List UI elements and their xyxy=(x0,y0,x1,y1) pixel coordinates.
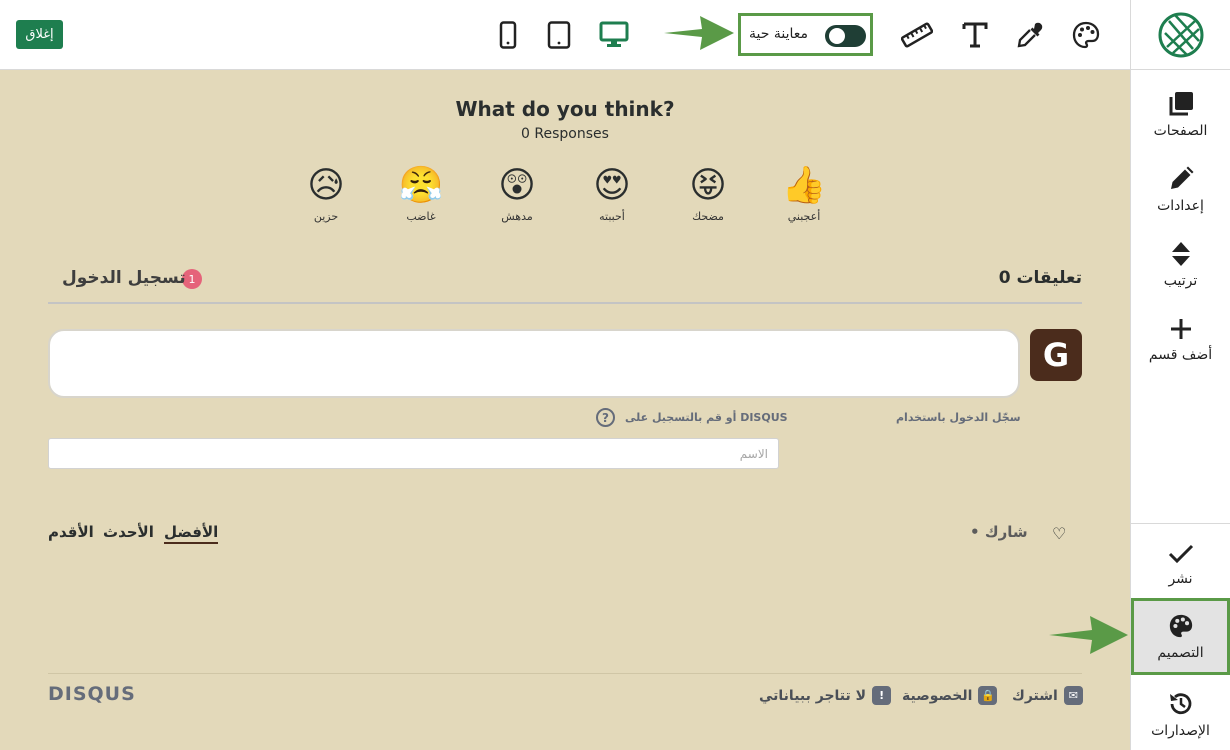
exclamation-icon: ! xyxy=(872,686,892,705)
sidebar-item-sort[interactable]: ترتيب xyxy=(1131,230,1230,300)
login-with-label: سجّل الدخول باستخدام xyxy=(896,411,1021,424)
sidebar-item-versions[interactable]: الإصدارات xyxy=(1131,680,1230,750)
disqus-logo[interactable]: DISQUS xyxy=(48,683,136,705)
avatar: G xyxy=(1030,329,1082,381)
reaction-sad[interactable]: 😥 حزين xyxy=(296,164,356,223)
sidebar-item-label: الإصدارات xyxy=(1151,723,1210,739)
do-not-sell-link[interactable]: لا تتاجر ببياناتي ! xyxy=(759,686,892,705)
sidebar-item-label: ترتيب xyxy=(1163,273,1198,289)
tablet-icon[interactable] xyxy=(542,18,576,52)
ruler-icon[interactable] xyxy=(900,18,934,52)
surprised-face-icon: 😲 xyxy=(498,165,536,206)
widget-title: What do you think? xyxy=(455,97,675,121)
reaction-label: مضحك xyxy=(692,210,724,223)
sidebar-item-pages[interactable]: الصفحات xyxy=(1131,80,1230,150)
history-icon xyxy=(1169,693,1191,715)
reaction-like[interactable]: 👍 أعجبني xyxy=(774,164,834,223)
plus-icon xyxy=(1170,319,1191,339)
privacy-link[interactable]: الخصوصية 🔒 xyxy=(902,686,998,705)
sidebar-item-label: أضف قسم xyxy=(1148,347,1213,363)
reaction-label: غاضب xyxy=(406,210,436,223)
reactions-row: 👍 أعجبني 😝 مضحك 😍 أحببته 😲 مدهش 😤 غاضب 😥… xyxy=(300,164,830,234)
responses-count: 0 Responses xyxy=(521,126,609,142)
reaction-label: أحببته xyxy=(599,210,625,223)
app-logo[interactable] xyxy=(1131,0,1230,70)
subscribe-label: اشترك xyxy=(1012,687,1058,704)
eyedropper-icon[interactable] xyxy=(1013,18,1047,52)
share-button[interactable]: • شارك xyxy=(970,523,1028,541)
comment-input[interactable] xyxy=(48,329,1020,398)
share-bullet: • xyxy=(970,523,980,541)
sidebar-item-label: إعدادات xyxy=(1157,198,1204,214)
help-icon[interactable]: ? xyxy=(596,408,615,427)
toggle-knob xyxy=(829,28,845,44)
signup-disqus-label: أو قم بالتسجيل على DISQUS xyxy=(625,411,788,424)
pencil-icon xyxy=(1170,166,1193,189)
reaction-surprised[interactable]: 😲 مدهش xyxy=(487,164,547,223)
sidebar-item-label: التصميم xyxy=(1157,644,1204,661)
right-sidebar: الصفحات إعدادات ترتيب أضف قسم نشر التصمي… xyxy=(1130,0,1230,750)
sidebar-item-publish[interactable]: نشر xyxy=(1131,530,1230,600)
reaction-label: أعجبني xyxy=(787,210,821,223)
sidebar-item-label: الصفحات xyxy=(1153,123,1208,139)
angry-face-icon: 😤 xyxy=(398,165,444,206)
sidebar-item-design[interactable]: التصميم xyxy=(1131,598,1230,675)
sidebar-item-label: نشر xyxy=(1168,571,1193,587)
envelope-icon: ✉ xyxy=(1063,686,1083,705)
top-toolbar: إغلاق معاينة حية xyxy=(0,0,1131,70)
heart-eyes-icon: 😍 xyxy=(593,165,631,206)
sort-oldest-tab[interactable]: الأقدم xyxy=(48,523,94,541)
reaction-love[interactable]: 😍 أحببته xyxy=(582,164,642,223)
globe-logo-icon xyxy=(1158,12,1203,57)
do-not-sell-label: لا تتاجر ببياناتي xyxy=(759,687,867,704)
privacy-label: الخصوصية xyxy=(902,687,973,704)
sad-face-icon: 😥 xyxy=(307,165,345,206)
palette-icon[interactable] xyxy=(1069,18,1103,52)
close-button[interactable]: إغلاق xyxy=(16,20,63,49)
sidebar-item-add-section[interactable]: أضف قسم xyxy=(1131,305,1230,375)
check-icon xyxy=(1168,544,1193,564)
live-preview-toggle-box: معاينة حية xyxy=(738,13,873,56)
reaction-label: حزين xyxy=(313,210,339,223)
live-preview-toggle[interactable] xyxy=(825,25,866,47)
pages-icon xyxy=(1169,92,1193,116)
reaction-angry[interactable]: 😤 غاضب xyxy=(391,164,451,223)
pointer-arrow-icon xyxy=(664,16,734,50)
sidebar-item-settings[interactable]: إعدادات xyxy=(1131,155,1230,225)
sort-icon xyxy=(1171,242,1190,266)
reaction-label: مدهش xyxy=(501,210,533,223)
tabs-divider xyxy=(48,302,1082,304)
live-preview-label: معاينة حية xyxy=(749,26,808,42)
thumbs-up-icon: 👍 xyxy=(781,165,827,206)
footer-divider xyxy=(48,673,1082,674)
heart-icon[interactable]: ♡ xyxy=(1052,524,1066,543)
funny-face-icon: 😝 xyxy=(689,165,727,206)
login-tab[interactable]: تسجيل الدخول xyxy=(62,268,186,288)
text-icon[interactable] xyxy=(958,18,992,52)
comments-count-tab[interactable]: 0 تعليقات xyxy=(999,268,1082,288)
palette-icon xyxy=(1169,614,1192,637)
mobile-icon[interactable] xyxy=(491,18,525,52)
name-input[interactable] xyxy=(48,438,779,469)
lock-icon: 🔒 xyxy=(978,686,998,705)
sidebar-divider xyxy=(1131,523,1230,524)
sort-best-tab[interactable]: الأفضل xyxy=(164,523,219,544)
reaction-funny[interactable]: 😝 مضحك xyxy=(678,164,738,223)
desktop-icon[interactable] xyxy=(597,18,631,52)
sort-newest-tab[interactable]: الأحدث xyxy=(103,523,154,541)
subscribe-link[interactable]: اشترك ✉ xyxy=(1012,686,1083,705)
disqus-widget: What do you think? 0 Responses 👍 أعجبني … xyxy=(0,71,1130,750)
share-label: شارك xyxy=(984,523,1028,541)
